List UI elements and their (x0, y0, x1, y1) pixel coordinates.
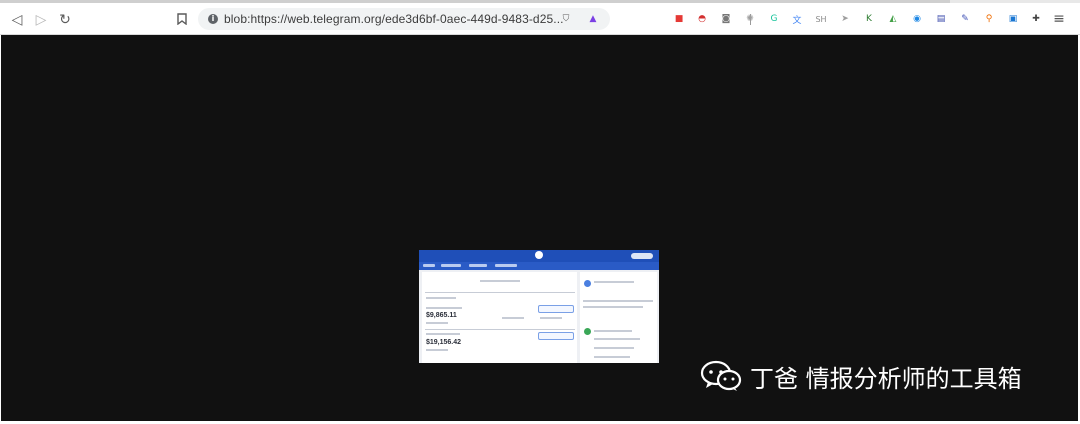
thumb-line (594, 356, 630, 358)
back-icon[interactable]: ◁ (8, 10, 26, 28)
thumb-logo (535, 251, 543, 259)
extension-circle-icon[interactable]: ◉ (910, 12, 924, 26)
thumb-line (426, 297, 456, 299)
thumb-side-panel (580, 272, 657, 363)
extension-k-icon[interactable]: K (862, 12, 876, 26)
balance-a: $9,865.11 (426, 312, 457, 319)
thumb-line (425, 329, 575, 330)
brave-shield-icon[interactable]: ⛉ (559, 12, 573, 26)
wechat-icon (700, 360, 742, 391)
thumb-line (583, 306, 643, 308)
thumb-line (426, 349, 448, 351)
extension-search-icon[interactable]: ⚲ (982, 12, 996, 26)
extensions-puzzle-icon[interactable]: ✚ (1029, 12, 1043, 26)
site-info-icon[interactable]: i (208, 14, 218, 24)
thumb-line (583, 300, 653, 302)
thumb-header-button (631, 253, 653, 259)
thumb-header (419, 250, 659, 262)
thumb-line (426, 322, 448, 324)
thumb-tab (441, 264, 461, 267)
extension-arrow-icon[interactable]: ➤ (838, 12, 852, 26)
thumb-dot (584, 280, 591, 287)
thumb-dot (584, 328, 591, 335)
extension-gear-icon[interactable]: ✺ (743, 12, 757, 26)
watermark: 丁爸 情报分析师的工具箱 (700, 359, 1022, 393)
forward-icon[interactable]: ▷ (32, 10, 50, 28)
thumb-line (594, 330, 632, 332)
thumb-tab (469, 264, 487, 267)
thumb-tabs (419, 262, 659, 270)
thumb-line (540, 317, 562, 319)
extension-translate-icon[interactable]: 文 (790, 12, 804, 26)
browser-toolbar: ◁ ▷ ↻ i blob:https://web.telegram.org/ed… (0, 3, 1080, 35)
thumb-tab (495, 264, 517, 267)
watermark-text: 丁爸 情报分析师的工具箱 (750, 364, 1022, 393)
thumb-accounts-panel: $9,865.11 $19,156.42 (422, 272, 577, 363)
thumb-line (480, 280, 520, 282)
menu-icon[interactable]: ≡ (1052, 11, 1066, 27)
extension-red-icon[interactable]: ■ (672, 12, 686, 26)
extension-pokeball-icon[interactable]: ◓ (695, 12, 709, 26)
extension-whg-icon[interactable]: ▤ (934, 12, 948, 26)
reload-icon[interactable]: ↻ (56, 10, 74, 28)
thumb-tab (423, 264, 435, 267)
thumb-line (502, 317, 524, 319)
thumb-line (594, 338, 640, 340)
thumb-line (425, 292, 575, 293)
thumb-line (594, 281, 634, 283)
thumb-chip (538, 305, 574, 313)
bookmark-icon[interactable] (173, 10, 191, 28)
extension-image-icon[interactable]: ▣ (1006, 12, 1020, 26)
thumb-line (426, 307, 462, 309)
screenshot-thumbnail[interactable]: $9,865.11 $19,156.42 (419, 250, 659, 363)
thumb-chip (538, 332, 574, 340)
extension-sh-icon[interactable]: SH (814, 12, 828, 26)
extension-triangle-icon[interactable]: ◭ (886, 12, 900, 26)
extension-grammarly-icon[interactable]: G (767, 12, 781, 26)
brave-rewards-icon[interactable]: ▲ (586, 12, 600, 26)
thumb-line (594, 347, 634, 349)
balance-b: $19,156.42 (426, 339, 462, 346)
extension-clipper-icon[interactable]: ✎ (958, 12, 972, 26)
url-text[interactable]: blob:https://web.telegram.org/ede3d6bf-0… (224, 12, 564, 26)
address-bar[interactable]: i blob:https://web.telegram.org/ede3d6bf… (198, 8, 751, 30)
extension-camera-icon[interactable]: ◙ (719, 12, 733, 26)
thumb-line (426, 333, 460, 335)
